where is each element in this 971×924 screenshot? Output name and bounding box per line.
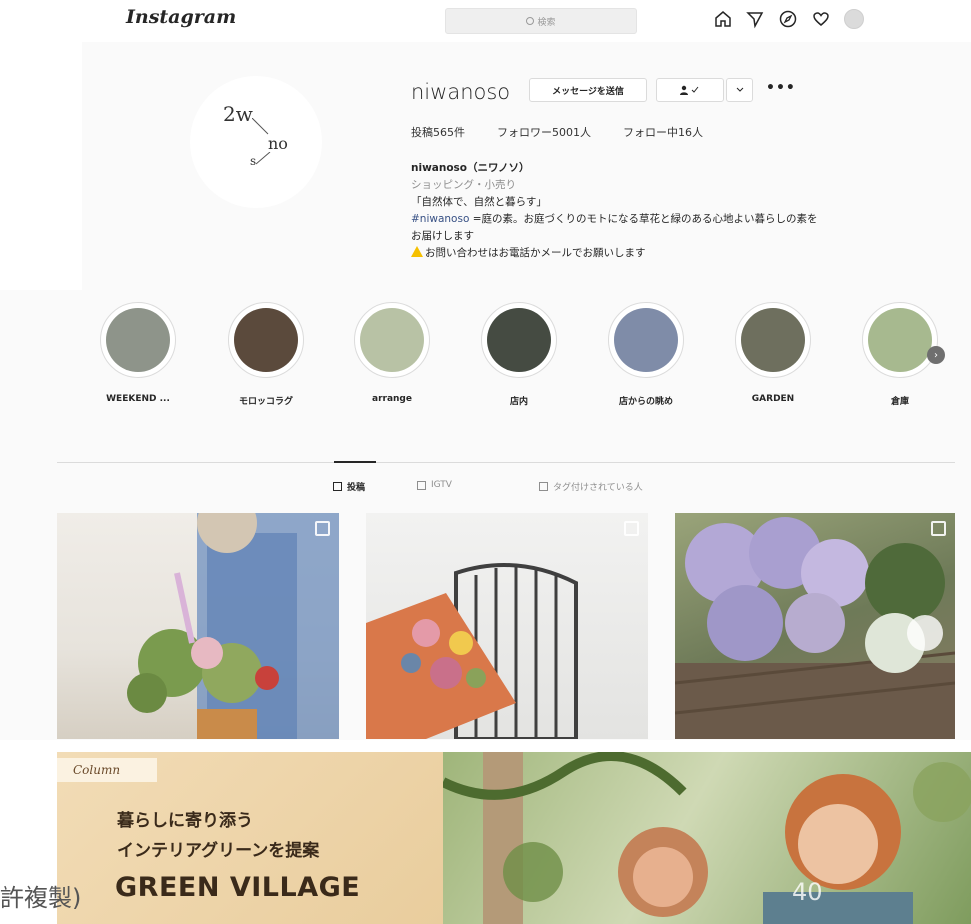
message-button-label: メッセージを送信 [552, 86, 624, 97]
post-image-hydrangea [675, 517, 955, 739]
highlight-label: GARDEN [751, 394, 795, 404]
multiple-posts-icon [315, 521, 330, 536]
explore-icon[interactable] [776, 7, 800, 31]
banner-text-panel: Column 暮らしに寄り添う インテリアグリーンを提案 GREEN VILLA… [57, 752, 443, 924]
posts-count: 投稿565件 [411, 126, 465, 139]
profile-picture[interactable]: 2w no s [190, 76, 322, 208]
highlight-cover [614, 308, 678, 372]
tab-igtv-label: IGTV [431, 480, 452, 490]
highlight-arrange[interactable]: arrange [349, 302, 435, 404]
post-thumbnail[interactable] [366, 513, 648, 739]
highlight-garden[interactable]: GARDEN [730, 302, 816, 404]
heart-icon[interactable] [809, 7, 833, 31]
highlight-label: 倉庫 [890, 397, 909, 407]
search-input[interactable]: 検索 [445, 8, 637, 34]
person-check-icon [680, 85, 699, 95]
tabs-divider [57, 462, 955, 463]
copyright-text: 許複製) [0, 884, 82, 912]
bio-line-3: お届けします [411, 230, 474, 242]
chevron-down-icon [736, 87, 743, 92]
bio-hashtag-link[interactable]: #niwanoso [411, 213, 469, 225]
highlight-cover [487, 308, 551, 372]
highlight-label: モロッコラグ [238, 397, 293, 407]
banner-photo [443, 752, 971, 924]
highlight-cover [868, 308, 932, 372]
following-button[interactable] [656, 78, 724, 102]
multiple-posts-icon [624, 521, 639, 536]
following-count[interactable]: フォロー中16人 [623, 124, 703, 140]
highlights-next-arrow[interactable]: › [927, 346, 945, 364]
profile-username: niwanoso [411, 80, 511, 104]
tab-posts[interactable]: 投稿 [333, 480, 365, 493]
highlight-label: arrange [372, 394, 412, 404]
multiple-posts-icon [931, 521, 946, 536]
post-thumbnail[interactable] [57, 513, 339, 739]
highlight-cover [234, 308, 298, 372]
tagged-icon [539, 482, 548, 491]
top-bar: Instagram 検索 [0, 0, 971, 42]
column-label: Column [57, 758, 157, 782]
highlight-weekend[interactable]: WEEKEND ... [95, 302, 181, 404]
warning-icon [411, 246, 423, 257]
highlight-cover [360, 308, 424, 372]
avatar-icon[interactable] [842, 7, 866, 31]
tab-tagged-label: タグ付けされている人 [553, 483, 643, 493]
message-button[interactable]: メッセージを送信 [529, 78, 647, 102]
profile-picture-text-1: 2w [223, 102, 253, 126]
post-image-bouquet-person [127, 513, 339, 739]
profile-picture-text-2: no [268, 134, 288, 153]
green-village-banner: Column 暮らしに寄り添う インテリアグリーンを提案 GREEN VILLA… [57, 752, 971, 924]
igtv-icon [417, 480, 426, 490]
direct-icon[interactable] [743, 7, 767, 31]
instagram-logo[interactable]: Instagram [126, 6, 236, 28]
profile-bio: niwanoso（ニワノソ） ショッピング・小売り 「自然体で、自然と暮らす」 … [411, 160, 956, 262]
bio-line-4: お問い合わせはお電話かメールでお願いします [425, 247, 646, 259]
tab-posts-label: 投稿 [347, 483, 366, 493]
grid-icon [333, 482, 342, 491]
highlight-store-interior[interactable]: 店内 [476, 302, 562, 407]
page-number: 40 [792, 878, 823, 906]
highlight-cover [106, 308, 170, 372]
search-icon [526, 17, 535, 25]
tab-igtv[interactable]: IGTV [417, 480, 452, 490]
highlight-morocco-rug[interactable]: モロッコラグ [223, 302, 309, 407]
bio-line-2-text: =庭の素。お庭づくりのモトになる草花と緑のある心地よい暮らしの素を [469, 213, 818, 225]
highlight-label: 店内 [509, 397, 528, 407]
post-image-bouquet-chair [366, 563, 578, 739]
home-icon[interactable] [711, 7, 735, 31]
banner-line-1: 暮らしに寄り添う [117, 811, 253, 831]
active-tab-indicator [334, 461, 376, 463]
followers-count[interactable]: フォロワー5001人 [497, 124, 591, 140]
profile-picture-text-3: s [250, 154, 257, 168]
banner-photo-people-plants [443, 752, 971, 924]
tab-tagged[interactable]: タグ付けされている人 [539, 480, 643, 493]
highlight-label: 店からの眺め [618, 397, 673, 407]
banner-title: GREEN VILLAGE [115, 872, 361, 903]
profile-stats: 投稿565件 フォロワー5001人 フォロー中16人 [411, 124, 735, 140]
highlight-label: WEEKEND ... [106, 394, 170, 404]
search-placeholder: 検索 [537, 17, 556, 28]
highlight-cover [741, 308, 805, 372]
post-thumbnail[interactable] [675, 513, 955, 739]
highlight-view[interactable]: 店からの眺め [603, 302, 689, 407]
bio-line-4-wrap: お問い合わせはお電話かメールでお願いします [411, 245, 956, 262]
banner-line-2: インテリアグリーンを提案 [117, 841, 320, 861]
bio-name: niwanoso（ニワノソ） [411, 162, 530, 174]
bio-category: ショッピング・小売り [411, 179, 516, 191]
suggestions-dropdown-button[interactable] [726, 78, 753, 102]
bio-line-2: #niwanoso =庭の素。お庭づくりのモトになる草花と緑のある心地よい暮らし… [411, 211, 956, 228]
options-icon[interactable]: ••• [766, 80, 796, 96]
bio-line-1: 「自然体で、自然と暮らす」 [411, 196, 547, 208]
